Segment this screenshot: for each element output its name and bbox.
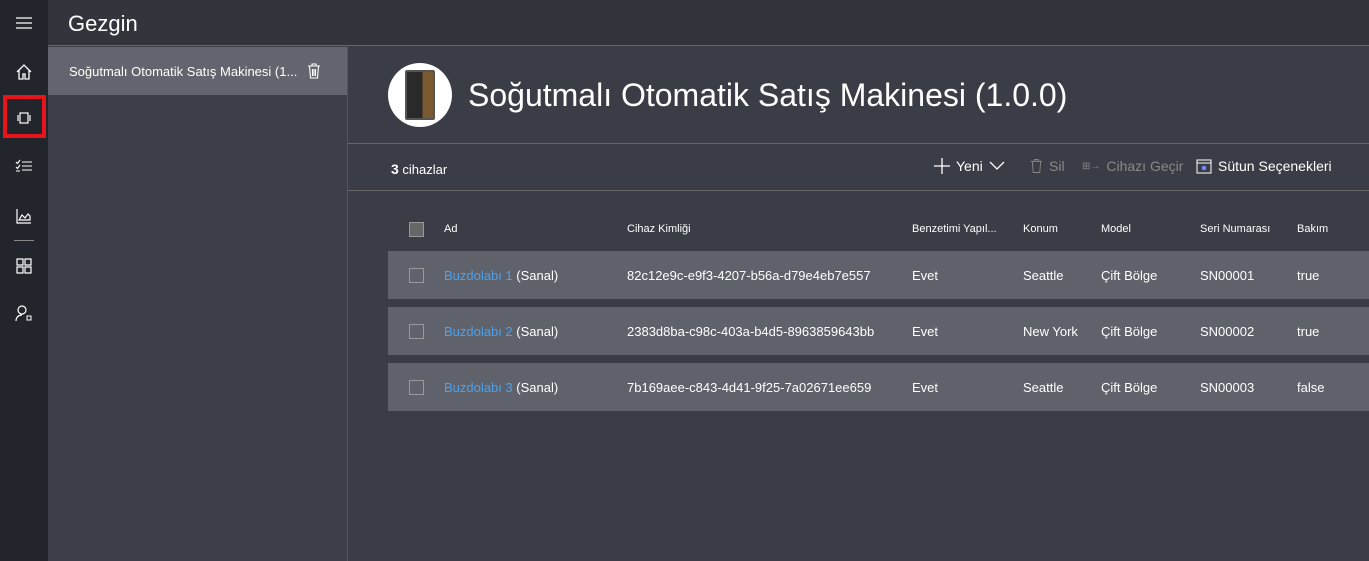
maintenance: true [1297,307,1369,355]
table-row[interactable]: Buzdolabı 2 (Sanal) 2383d8ba-c98c-403a-b… [388,307,1369,355]
device-id: 2383d8ba-c98c-403a-b4d5-8963859643bb [627,307,912,355]
home-icon [16,64,32,80]
dashboard-icon [16,258,32,274]
menu-button[interactable] [0,3,48,43]
serial-number: SN00001 [1200,251,1297,299]
chevron-down-icon [989,161,1005,170]
table-row[interactable]: Buzdolabı 3 (Sanal) 7b169aee-c843-4d41-9… [388,363,1369,411]
row-checkbox[interactable] [409,268,424,284]
menu-icon [16,17,32,29]
device-id: 7b169aee-c843-4d41-9f25-7a02671ee659 [627,363,912,411]
delete-button[interactable]: Sil [1030,158,1065,174]
rules-button[interactable] [0,146,48,186]
toolbar: 3 cihazlar Yeni Sil ⊞→ Cihazı Geçir Sütun… [348,144,1369,191]
simulated-tag: (Sanal) [516,379,559,395]
device-template-header: Soğutmalı Otomatik Satış Makinesi (1.0.0… [348,47,1369,144]
simulated-tag: (Sanal) [516,267,559,283]
migrate-button[interactable]: ⊞→ Cihazı Geçir [1082,158,1183,174]
device-link[interactable]: Buzdolabı 1 [444,268,513,283]
device-link[interactable]: Buzdolabı 3 [444,380,513,395]
model: Çift Bölge [1101,363,1200,411]
row-checkbox[interactable] [409,380,424,396]
column-options-icon [1196,159,1212,173]
simulated: Evet [912,307,1023,355]
model: Çift Bölge [1101,307,1200,355]
maintenance: false [1297,363,1369,411]
migrate-icon: ⊞→ [1082,160,1101,172]
serial-number: SN00003 [1200,363,1297,411]
analytics-button[interactable] [0,196,48,236]
left-nav [0,0,48,561]
device-link[interactable]: Buzdolabı 2 [444,324,513,339]
maintenance: true [1297,251,1369,299]
model: Çift Bölge [1101,251,1200,299]
top-bar: Gezgin [48,0,1369,46]
template-item-label: Soğutmalı Otomatik Satış Makinesi (1... [69,63,298,79]
table-header-row: Ad Cihaz Kimliği Benzetimi Yapıl... Konu… [388,215,1369,243]
analytics-icon [16,209,31,224]
page-title: Soğutmalı Otomatik Satış Makinesi (1.0.0… [468,76,1068,113]
col-location[interactable]: Konum [1023,215,1101,243]
device-image [388,63,452,127]
template-item[interactable]: Soğutmalı Otomatik Satış Makinesi (1... [48,47,347,95]
dashboard-button[interactable] [0,246,48,286]
trash-icon [1030,159,1043,173]
col-device-id[interactable]: Cihaz Kimliği [627,215,912,243]
plus-icon [934,158,950,174]
trash-icon[interactable] [307,63,321,79]
select-all-checkbox[interactable] [409,221,424,237]
col-simulated[interactable]: Benzetimi Yapıl... [912,215,1023,243]
location: New York [1023,307,1101,355]
device-count: 3 cihazlar [391,161,448,177]
col-maintenance[interactable]: Bakım [1297,215,1369,243]
devices-button[interactable] [0,98,48,138]
nav-divider [14,240,34,241]
location: Seattle [1023,251,1101,299]
col-model[interactable]: Model [1101,215,1200,243]
admin-icon [15,305,32,322]
rules-icon [15,159,32,172]
device-id: 82c12e9c-e9f3-4207-b56a-d79e4eb7e557 [627,251,912,299]
simulated-tag: (Sanal) [516,323,559,339]
home-button[interactable] [0,52,48,92]
simulated: Evet [912,363,1023,411]
col-serial[interactable]: Seri Numarası [1200,215,1297,243]
column-options-button[interactable]: Sütun Seçenekleri [1196,158,1332,174]
simulated: Evet [912,251,1023,299]
devices-icon [17,112,31,124]
table-row[interactable]: Buzdolabı 1 (Sanal) 82c12e9c-e9f3-4207-b… [388,251,1369,299]
serial-number: SN00002 [1200,307,1297,355]
devices-table: Ad Cihaz Kimliği Benzetimi Yapıl... Konu… [388,207,1369,419]
template-panel: Soğutmalı Otomatik Satış Makinesi (1... [48,47,348,561]
location: Seattle [1023,363,1101,411]
app-title: Gezgin [68,11,138,36]
col-name[interactable]: Ad [444,215,627,243]
admin-button[interactable] [0,293,48,333]
row-checkbox[interactable] [409,324,424,340]
new-button[interactable]: Yeni [934,158,1005,174]
